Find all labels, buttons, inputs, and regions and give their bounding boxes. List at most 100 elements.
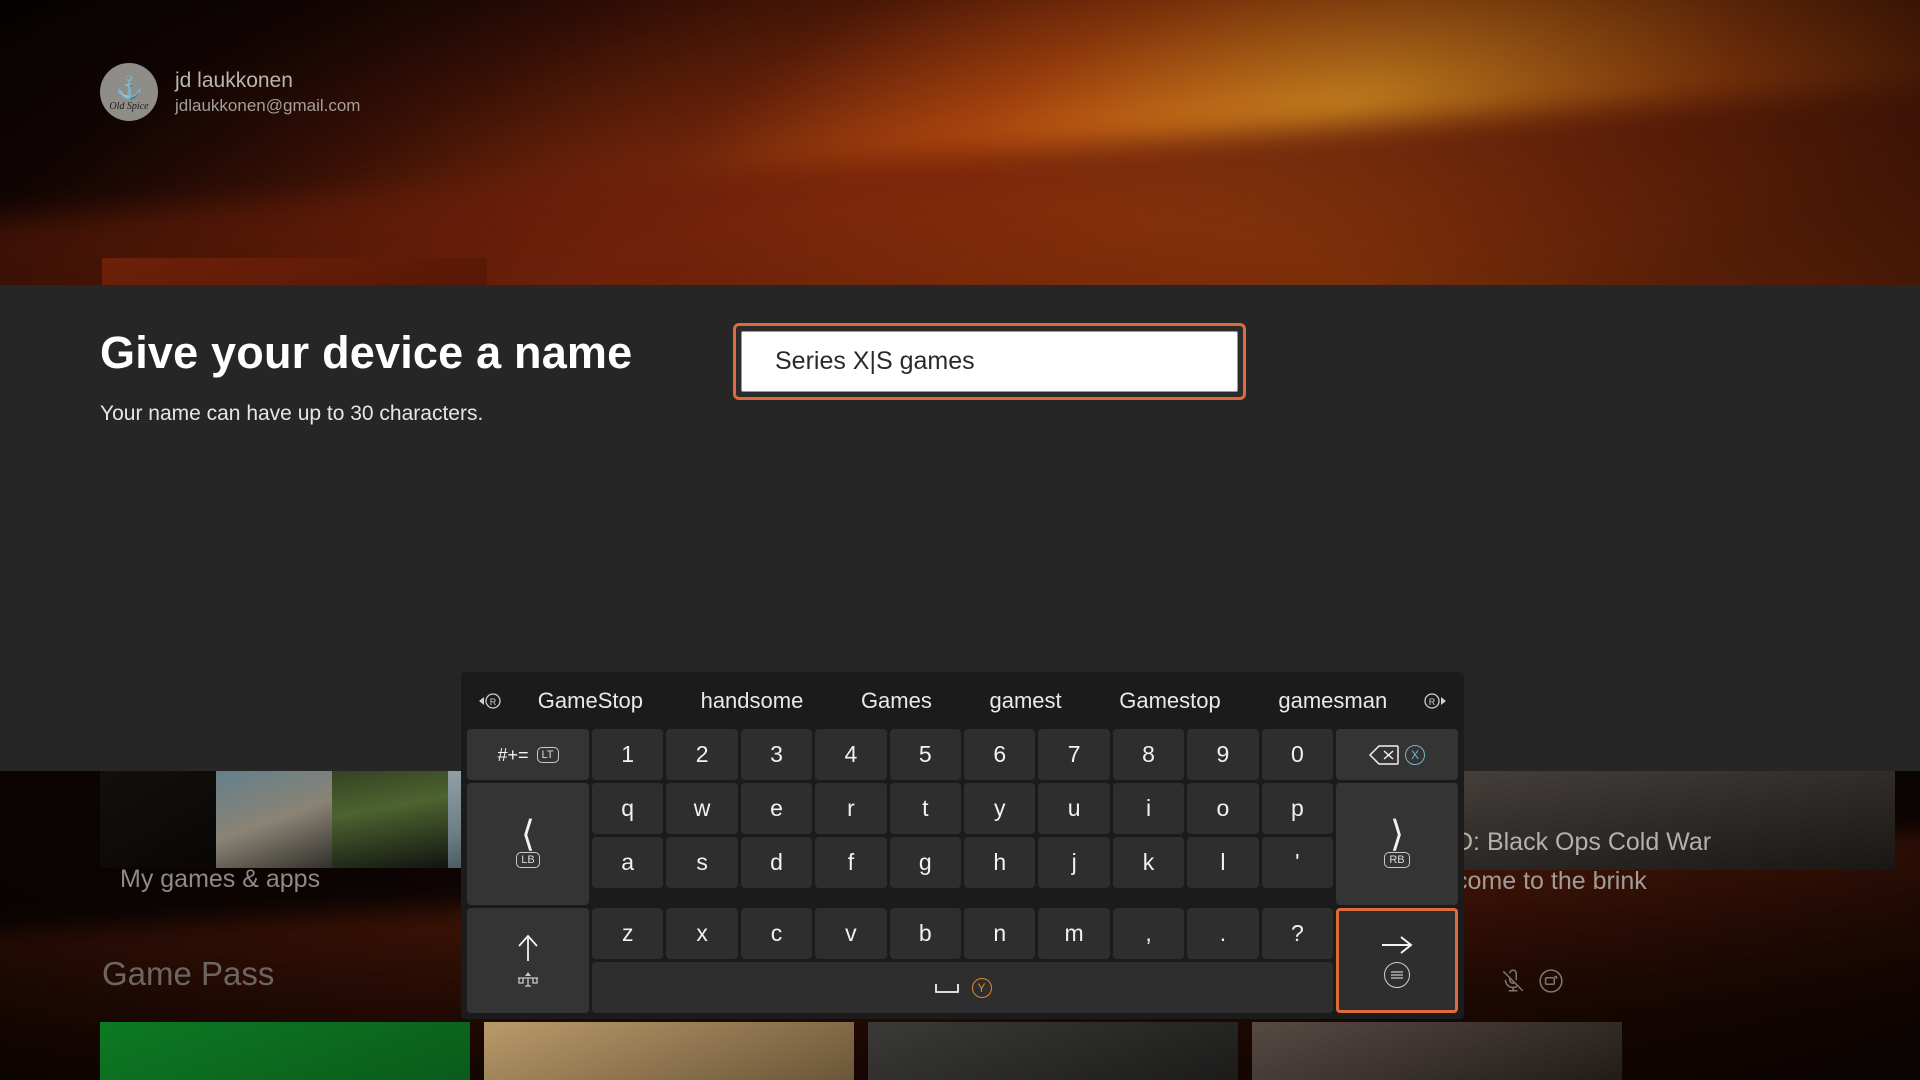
key-j[interactable]: j xyxy=(1038,837,1110,888)
key-d[interactable]: d xyxy=(740,837,813,888)
key-4[interactable]: 4 xyxy=(815,729,887,780)
game-pass-label: Game Pass xyxy=(102,955,275,992)
shift-arrow-up-icon xyxy=(518,934,538,961)
key-1[interactable]: 1 xyxy=(592,729,664,780)
key-2[interactable]: 2 xyxy=(666,729,738,780)
key-p[interactable]: p xyxy=(1261,783,1334,834)
page-subtitle: Your name can have up to 30 characters. xyxy=(100,402,484,425)
key-h[interactable]: h xyxy=(964,837,1036,888)
avatar-brand-label: Old Spice xyxy=(109,100,149,112)
key-u[interactable]: u xyxy=(1038,783,1110,834)
key-f[interactable]: f xyxy=(815,837,887,888)
rb-next-page-icon[interactable]: R xyxy=(1416,691,1454,711)
key-apostrophe[interactable]: ' xyxy=(1261,837,1334,888)
key-8[interactable]: 8 xyxy=(1112,729,1185,780)
background-tile xyxy=(100,1022,470,1080)
key-s[interactable]: s xyxy=(666,837,738,888)
key-6[interactable]: 6 xyxy=(964,729,1036,780)
key-0[interactable]: 0 xyxy=(1261,729,1334,780)
avatar[interactable]: ⚓ Old Spice xyxy=(100,63,158,121)
keyboard-rows: #+= LT 1 2 3 4 5 6 7 8 9 0 X ⟨ LB q w e … xyxy=(461,729,1464,1019)
key-k[interactable]: k xyxy=(1112,837,1185,888)
prev-page-key[interactable]: ⟨ LB xyxy=(467,783,589,905)
rb-prev-page-icon[interactable]: R xyxy=(471,691,509,711)
key-t[interactable]: t xyxy=(889,783,962,834)
background-tile xyxy=(100,758,216,868)
key-3[interactable]: 3 xyxy=(740,729,813,780)
suggestion-item[interactable]: gamest xyxy=(981,685,1069,717)
key-o[interactable]: o xyxy=(1187,783,1259,834)
key-g[interactable]: g xyxy=(889,837,962,888)
account-text: jd laukkonen jdlaukkonen@gmail.com xyxy=(175,69,360,116)
key-7[interactable]: 7 xyxy=(1038,729,1110,780)
keyboard-bottom-letter-row: z x c v b n m , . ? xyxy=(592,908,1334,959)
letter-rows: q w e r t y u i o p a s d f g h j k l ' xyxy=(592,783,1334,905)
key-c[interactable]: c xyxy=(740,908,813,959)
left-bumper-column: ⟨ LB xyxy=(467,783,589,905)
keyboard-space-row: Y xyxy=(592,962,1333,1013)
key-period[interactable]: . xyxy=(1187,908,1259,959)
chevron-right-icon: ⟩ xyxy=(1389,812,1405,854)
key-z[interactable]: z xyxy=(592,908,664,959)
next-page-key[interactable]: ⟩ RB xyxy=(1336,783,1458,905)
promo-subtitle: come to the brink xyxy=(1455,867,1647,895)
suggestion-item[interactable]: GameStop xyxy=(530,685,651,717)
symbols-key[interactable]: #+= LT xyxy=(467,729,589,780)
system-status-icons xyxy=(1500,968,1564,994)
key-l[interactable]: l xyxy=(1187,837,1259,888)
key-a[interactable]: a xyxy=(592,837,664,888)
virtual-keyboard: R GameStop handsome Games gamest Gamesto… xyxy=(461,672,1464,1019)
svg-text:R: R xyxy=(1429,697,1436,707)
enter-arrow-right-icon xyxy=(1382,936,1413,954)
key-v[interactable]: v xyxy=(815,908,887,959)
old-spice-ship-icon: ⚓ xyxy=(115,74,143,100)
suggestion-item[interactable]: Games xyxy=(853,685,940,717)
account-pill[interactable]: ⚓ Old Spice jd laukkonen jdlaukkonen@gma… xyxy=(100,63,360,121)
key-i[interactable]: i xyxy=(1112,783,1185,834)
key-y[interactable]: y xyxy=(964,783,1036,834)
chevron-left-icon: ⟨ xyxy=(520,812,536,854)
key-x[interactable]: x xyxy=(666,908,738,959)
key-r[interactable]: r xyxy=(815,783,887,834)
key-9[interactable]: 9 xyxy=(1187,729,1259,780)
key-q[interactable]: q xyxy=(592,783,664,834)
key-n[interactable]: n xyxy=(964,908,1036,959)
background-tile xyxy=(216,758,332,868)
space-key[interactable]: Y xyxy=(592,962,1333,1013)
backspace-key[interactable]: X xyxy=(1336,729,1459,780)
promo-title: D: Black Ops Cold War xyxy=(1455,828,1712,856)
screen-capture-icon xyxy=(1539,969,1563,993)
lt-badge: LT xyxy=(536,746,559,763)
background-tile xyxy=(868,1022,1238,1080)
symbols-key-label: #+= xyxy=(497,744,529,765)
enter-key[interactable] xyxy=(1336,908,1458,1013)
suggestion-bar: R GameStop handsome Games gamest Gamesto… xyxy=(461,672,1464,729)
rb-badge: RB xyxy=(1384,852,1410,869)
keyboard-home-letter-row: a s d f g h j k l ' xyxy=(592,837,1334,888)
xbox-device-name-screen: ⚓ Old Spice jd laukkonen jdlaukkonen@gma… xyxy=(0,0,1920,1080)
key-comma[interactable]: , xyxy=(1112,908,1185,959)
space-bar-icon xyxy=(934,983,959,993)
account-email: jdlaukkonen@gmail.com xyxy=(175,95,361,115)
keyboard-bottom-block: z x c v b n m , . ? Y xyxy=(467,908,1458,1013)
key-w[interactable]: w xyxy=(666,783,738,834)
keyboard-top-letter-row: q w e r t y u i o p xyxy=(592,783,1334,834)
key-question[interactable]: ? xyxy=(1261,908,1334,959)
key-m[interactable]: m xyxy=(1038,908,1110,959)
y-button-badge: Y xyxy=(971,977,992,998)
suggestion-item[interactable]: handsome xyxy=(693,685,812,717)
key-5[interactable]: 5 xyxy=(889,729,962,780)
background-tile xyxy=(332,758,448,868)
shift-key[interactable] xyxy=(467,908,589,1013)
dpad-icon xyxy=(518,972,538,987)
suggestion-item[interactable]: gamesman xyxy=(1270,685,1395,717)
account-name: jd laukkonen xyxy=(175,68,293,92)
device-name-input[interactable]: Series X|S games xyxy=(741,331,1238,392)
x-button-badge: X xyxy=(1405,744,1426,765)
key-b[interactable]: b xyxy=(889,908,962,959)
key-e[interactable]: e xyxy=(740,783,813,834)
suggestion-item[interactable]: Gamestop xyxy=(1111,685,1229,717)
device-name-input-focus-ring[interactable]: Series X|S games xyxy=(733,323,1246,400)
right-bumper-column: ⟩ RB xyxy=(1336,783,1458,905)
lb-badge: LB xyxy=(516,852,540,869)
